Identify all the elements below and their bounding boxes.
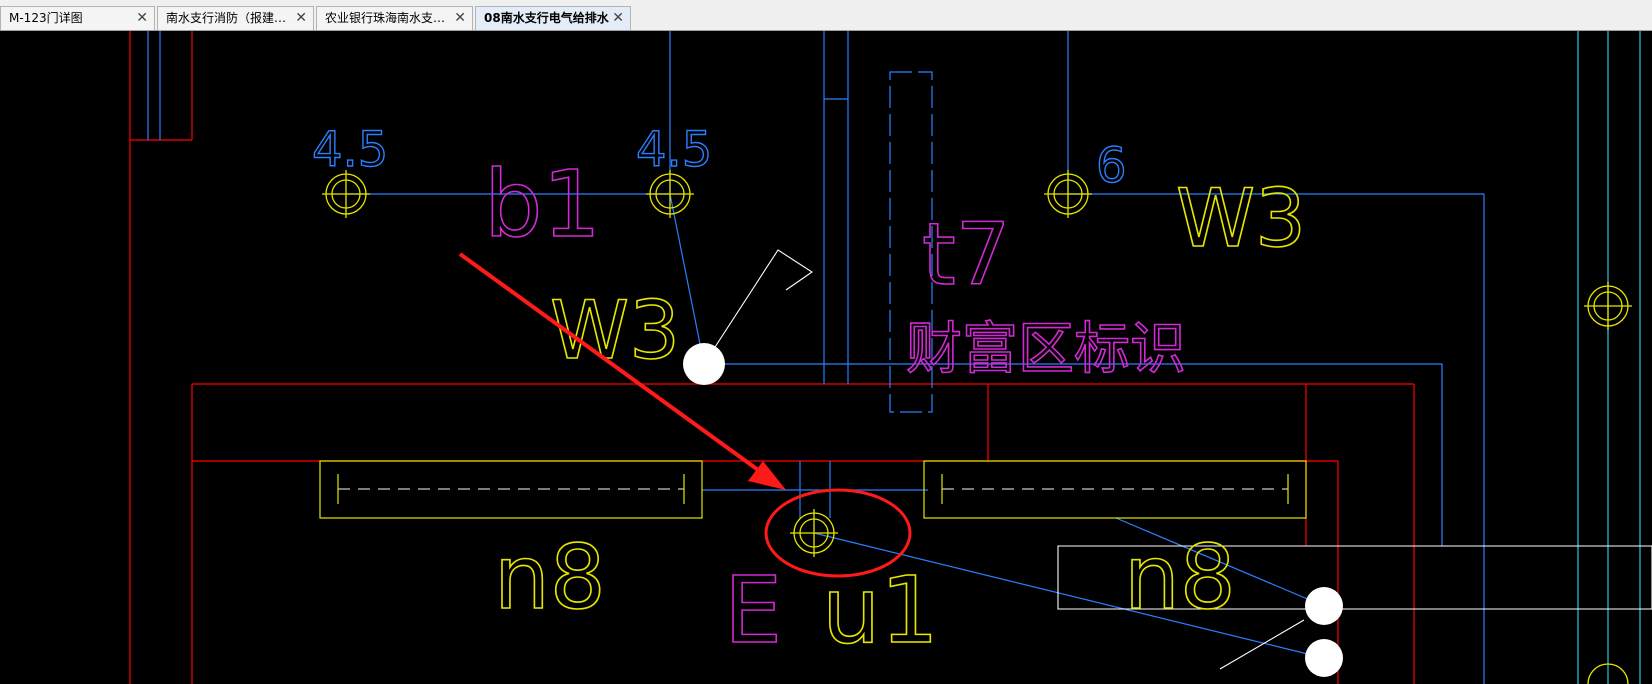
tab-label: 南水支行消防（报建… xyxy=(166,11,287,25)
cad-drawing-canvas[interactable]: 4.5 4.5 6 b1 t7 财富区标识 E W3 W3 n8 n8 u1 xyxy=(0,31,1652,684)
tab-label: 08南水支行电气给排水 xyxy=(484,11,609,25)
tab-label: 农业银行珠海南水支… xyxy=(325,11,446,25)
label-n8-right: n8 xyxy=(1124,526,1236,629)
tab-bar: M-123门详图 ✕ 南水支行消防（报建… ✕ 农业银行珠海南水支… ✕ 08南… xyxy=(0,0,1652,31)
label-w3-top: W3 xyxy=(1176,172,1306,265)
label-n8-left: n8 xyxy=(494,526,606,629)
label-t7: t7 xyxy=(922,205,1010,305)
label-wealth-zone: 财富区标识 xyxy=(906,317,1186,382)
elevation-label-3: 6 xyxy=(1096,138,1127,194)
close-icon[interactable]: ✕ xyxy=(454,7,466,29)
cad-drawing[interactable]: 4.5 4.5 6 b1 t7 财富区标识 E W3 W3 n8 n8 u1 xyxy=(0,31,1652,684)
label-b1: b1 xyxy=(484,151,601,258)
label-w3-middle: W3 xyxy=(550,284,680,377)
tab-abc-zhuhai-nanshui[interactable]: 农业银行珠海南水支… ✕ xyxy=(316,6,473,30)
close-icon[interactable]: ✕ xyxy=(136,7,148,29)
close-icon[interactable]: ✕ xyxy=(295,7,307,29)
label-u1: u1 xyxy=(822,557,939,664)
elevation-label-2: 4.5 xyxy=(636,122,712,178)
label-e: E xyxy=(724,557,782,664)
tab-label: M-123门详图 xyxy=(9,11,83,25)
elevation-label-1: 4.5 xyxy=(312,122,388,178)
tab-m123-door-detail[interactable]: M-123门详图 ✕ xyxy=(0,6,155,30)
close-icon[interactable]: ✕ xyxy=(612,7,624,29)
tab-nanshui-electrical-plumbing[interactable]: 08南水支行电气给排水 ✕ xyxy=(475,6,631,30)
tab-nanshui-fire-protection[interactable]: 南水支行消防（报建… ✕ xyxy=(157,6,314,30)
